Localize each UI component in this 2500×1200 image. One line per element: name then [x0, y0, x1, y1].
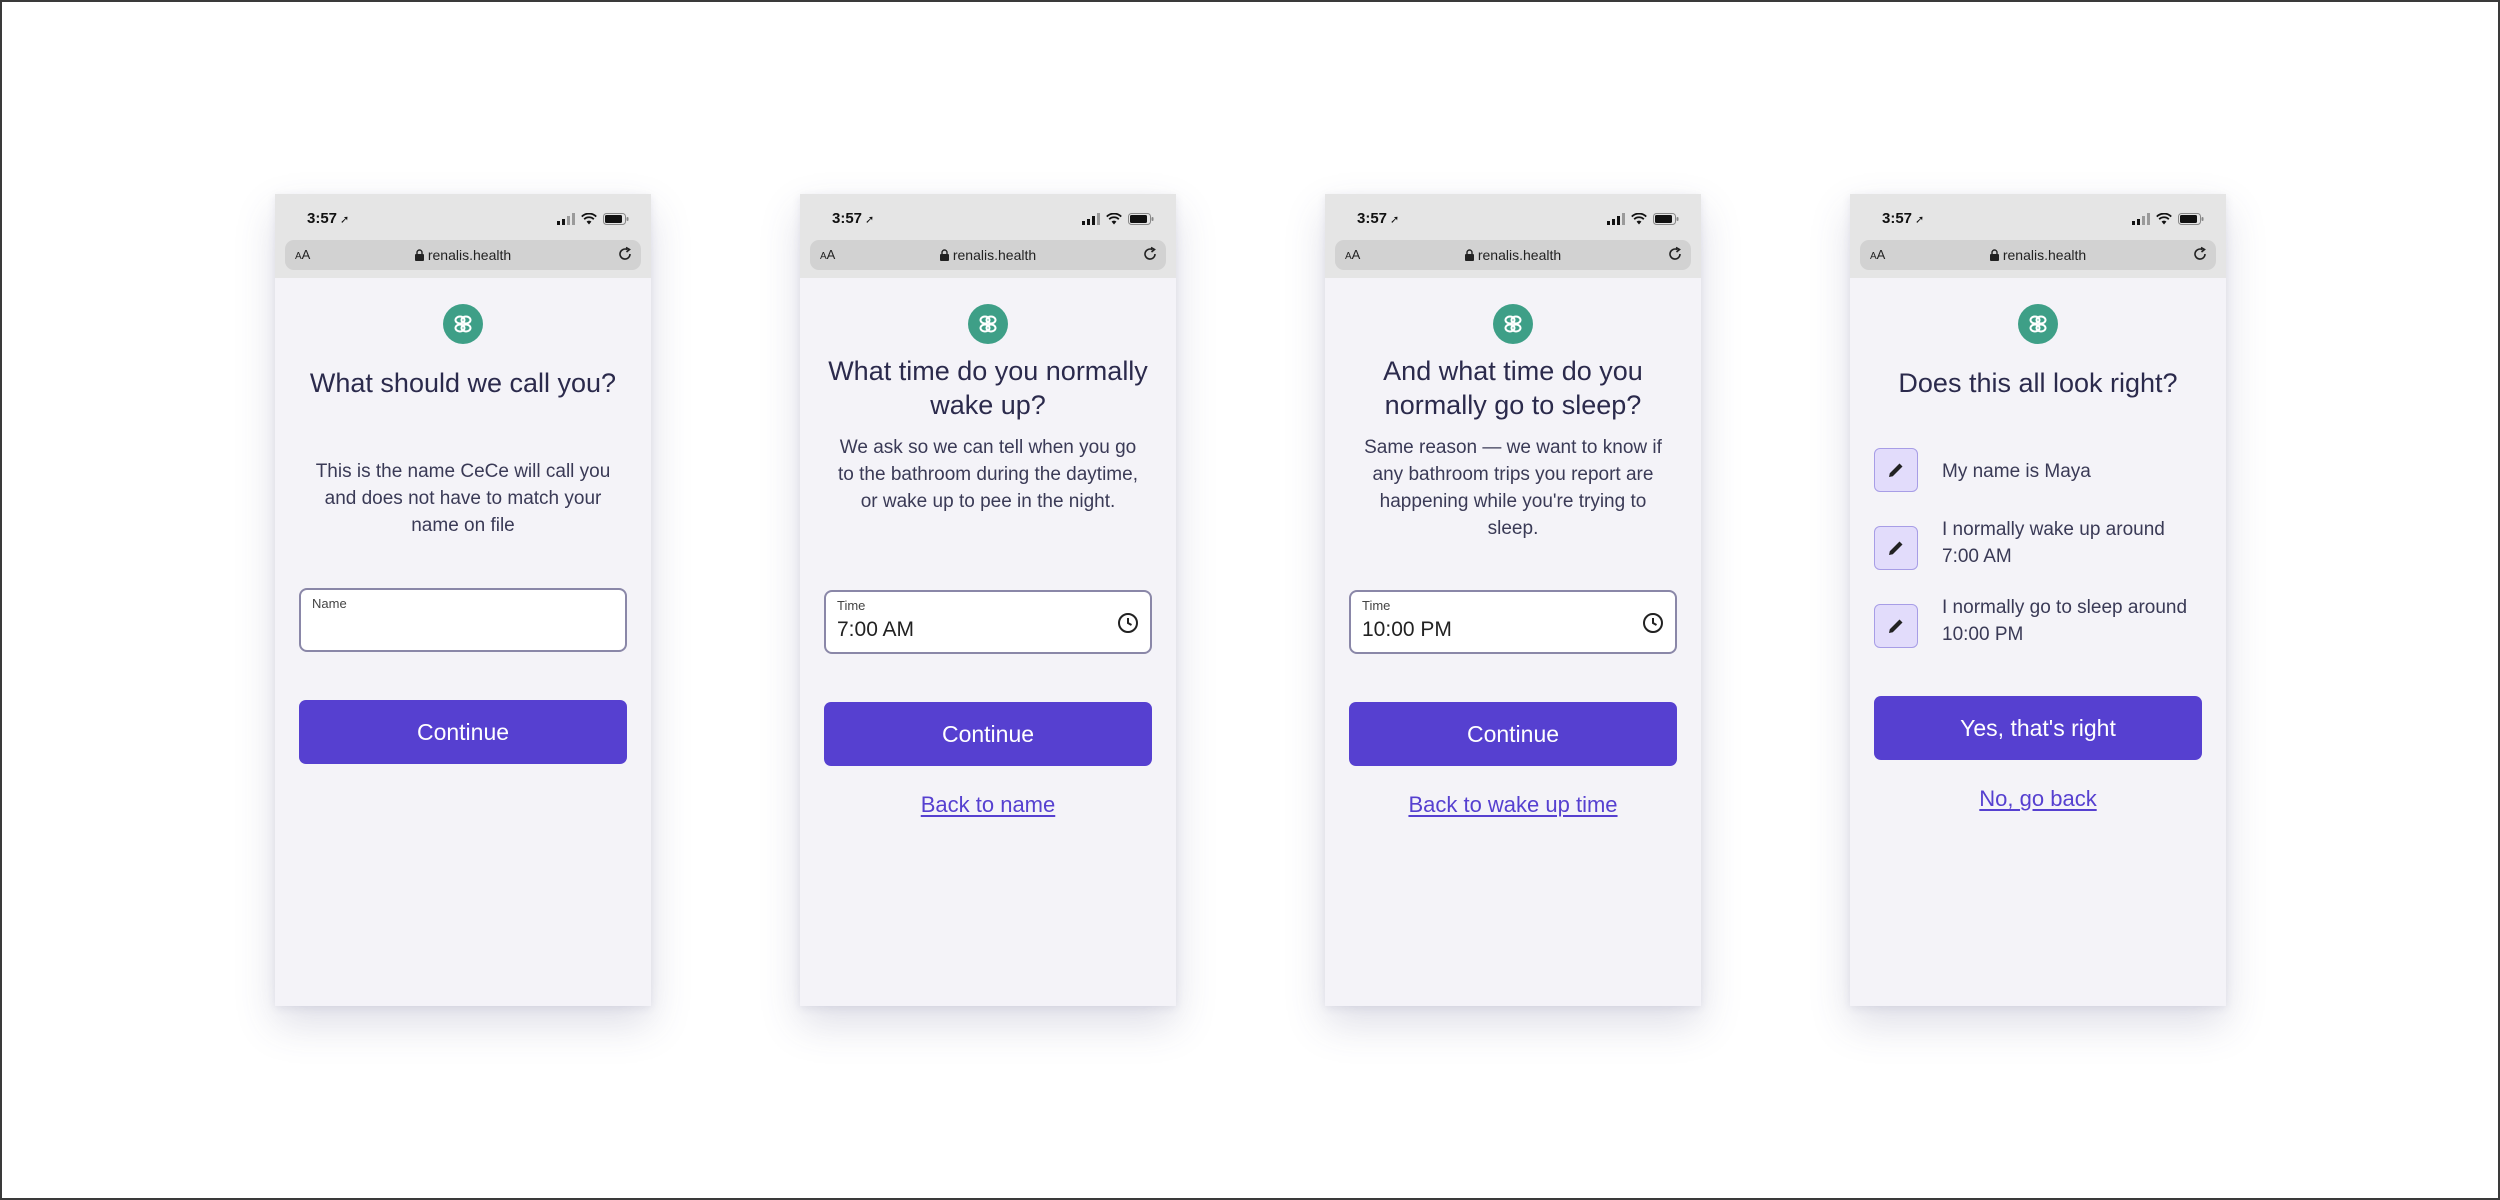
- wifi-icon: [581, 213, 597, 225]
- status-time: 3:57 ➚: [1357, 210, 1400, 227]
- edit-name-button[interactable]: [1874, 448, 1918, 492]
- status-bar: 3:57 ➚: [800, 208, 1176, 232]
- status-bar: 3:57 ➚: [1325, 208, 1701, 232]
- lock-icon: [1464, 249, 1474, 261]
- page-title: What should we call you?: [309, 368, 617, 398]
- back-to-wake-up-time-link[interactable]: Back to wake up time: [1345, 792, 1681, 818]
- signal-icon: [1082, 213, 1100, 225]
- page-description: This is the name CeCe will call you and …: [315, 461, 611, 536]
- review-item-text: I normally wake up around 7:00 AM: [1942, 519, 2165, 567]
- pencil-icon: [1889, 541, 1903, 555]
- go-back-link[interactable]: No, go back: [1870, 786, 2206, 812]
- review-item-name: My name is Maya: [1874, 448, 2204, 494]
- page-title: And what time do you normally go to slee…: [1383, 356, 1643, 420]
- name-field-label: Name: [312, 596, 347, 611]
- review-item-sleep: I normally go to sleep around 10:00 PM: [1874, 597, 2204, 648]
- url-bar[interactable]: AA renalis.health: [1335, 240, 1691, 270]
- url-text: renalis.health: [952, 247, 1037, 263]
- phone-sleep-screen: 3:57 ➚ AA renalis.health And what time do…: [1325, 194, 1701, 1006]
- time-field-label: Time: [1362, 598, 1391, 613]
- time-field-value: 7:00 AM: [837, 618, 915, 641]
- url-bar[interactable]: AA renalis.health: [810, 240, 1166, 270]
- edit-sleep-time-button[interactable]: [1874, 604, 1918, 648]
- url-text: renalis.health: [427, 247, 512, 263]
- review-item-wake: I normally wake up around 7:00 AM: [1874, 519, 2204, 570]
- phone-wake-screen: 3:57 ➚ AA renalis.health What time do you…: [800, 194, 1176, 1006]
- battery-icon: [1128, 213, 1154, 225]
- status-time: 3:57 ➚: [307, 210, 350, 227]
- browser-chrome: 3:57 ➚ AA renalis.health: [275, 194, 651, 278]
- reload-icon[interactable]: [617, 246, 633, 262]
- continue-button[interactable]: Continue: [299, 700, 627, 764]
- battery-icon: [2178, 213, 2204, 225]
- status-bar: 3:57 ➚: [275, 208, 651, 232]
- status-time: 3:57 ➚: [1882, 210, 1925, 227]
- lock-icon: [414, 249, 424, 261]
- clock-icon[interactable]: [1642, 612, 1664, 634]
- signal-icon: [557, 213, 575, 225]
- signal-icon: [1607, 213, 1625, 225]
- location-arrow-icon: ➚: [340, 214, 350, 226]
- continue-button[interactable]: Continue: [1349, 702, 1677, 766]
- location-arrow-icon: ➚: [1390, 214, 1400, 226]
- url-bar[interactable]: AA renalis.health: [285, 240, 641, 270]
- page-title: Does this all look right?: [1898, 368, 2178, 398]
- lock-icon: [939, 249, 949, 261]
- battery-icon: [603, 213, 629, 225]
- logo-icon: [2018, 304, 2058, 344]
- logo-icon: [1493, 304, 1533, 344]
- page-title: What time do you normally wake up?: [828, 356, 1148, 420]
- status-time: 3:57 ➚: [832, 210, 875, 227]
- pencil-icon: [1889, 463, 1903, 477]
- pencil-icon: [1889, 619, 1903, 633]
- location-arrow-icon: ➚: [1915, 214, 1925, 226]
- url-text: renalis.health: [1477, 247, 1562, 263]
- wake-time-field[interactable]: Time 7:00 AM: [824, 590, 1152, 654]
- url-bar[interactable]: AA renalis.health: [1860, 240, 2216, 270]
- url-text: renalis.health: [2002, 247, 2087, 263]
- browser-chrome: 3:57 ➚ AA renalis.health: [1850, 194, 2226, 278]
- time-field-label: Time: [837, 598, 866, 613]
- browser-chrome: 3:57 ➚ AA renalis.health: [800, 194, 1176, 278]
- review-item-text: I normally go to sleep around 10:00 PM: [1942, 597, 2188, 645]
- sleep-time-field[interactable]: Time 10:00 PM: [1349, 590, 1677, 654]
- wifi-icon: [2156, 213, 2172, 225]
- wifi-icon: [1631, 213, 1647, 225]
- battery-icon: [1653, 213, 1679, 225]
- lock-icon: [1989, 249, 1999, 261]
- edit-wake-time-button[interactable]: [1874, 526, 1918, 570]
- continue-button[interactable]: Continue: [824, 702, 1152, 766]
- location-arrow-icon: ➚: [865, 214, 875, 226]
- page-description: Same reason — we want to know if any bat…: [1364, 437, 1662, 539]
- page-description: We ask so we can tell when you go to the…: [838, 437, 1138, 512]
- browser-chrome: 3:57 ➚ AA renalis.health: [1325, 194, 1701, 278]
- clock-icon[interactable]: [1117, 612, 1139, 634]
- phone-review-screen: 3:57 ➚ AA renalis.health Does this all lo…: [1850, 194, 2226, 1006]
- wifi-icon: [1106, 213, 1122, 225]
- logo-icon: [968, 304, 1008, 344]
- review-item-text: My name is Maya: [1942, 461, 2091, 482]
- status-bar: 3:57 ➚: [1850, 208, 2226, 232]
- time-field-value: 10:00 PM: [1362, 618, 1452, 641]
- reload-icon[interactable]: [1142, 246, 1158, 262]
- reload-icon[interactable]: [2192, 246, 2208, 262]
- confirm-button[interactable]: Yes, that's right: [1874, 696, 2202, 760]
- phone-name-screen: 3:57 ➚ AA renalis.health What should we c…: [275, 194, 651, 1006]
- signal-icon: [2132, 213, 2150, 225]
- reload-icon[interactable]: [1667, 246, 1683, 262]
- logo-icon: [443, 304, 483, 344]
- name-field[interactable]: Name: [299, 588, 627, 652]
- back-to-name-link[interactable]: Back to name: [820, 792, 1156, 818]
